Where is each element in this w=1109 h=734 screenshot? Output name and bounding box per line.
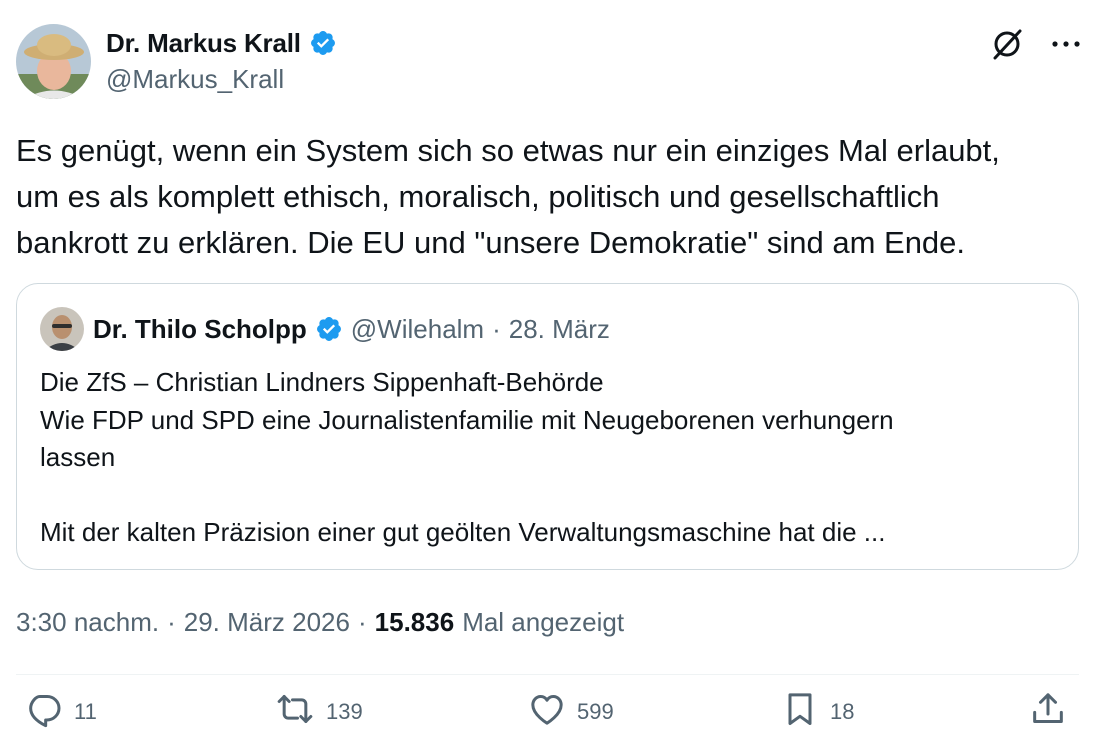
reply-button[interactable]: 11 bbox=[24, 690, 97, 734]
repost-count: 139 bbox=[326, 699, 363, 724]
views-label: Mal angezeigt bbox=[462, 606, 625, 637]
author-avatar[interactable] bbox=[16, 24, 91, 99]
quoted-author-name: Dr. Thilo Scholpp bbox=[93, 313, 307, 344]
more-icon[interactable] bbox=[1051, 39, 1081, 49]
tweet: Dr. Markus Krall @Markus_Krall Es genügt… bbox=[0, 0, 1109, 734]
header-actions bbox=[989, 26, 1081, 62]
author-handle[interactable]: @Markus_Krall bbox=[106, 64, 284, 95]
tweet-text: Es genügt, wenn ein System sich so etwas… bbox=[16, 133, 1000, 260]
tweet-time[interactable]: 3:30 nachm. bbox=[16, 607, 159, 638]
bookmark-button[interactable]: 18 bbox=[780, 690, 854, 734]
reply-icon bbox=[24, 689, 64, 734]
share-icon bbox=[1028, 689, 1068, 734]
reply-count: 11 bbox=[74, 699, 97, 724]
repost-icon bbox=[274, 689, 316, 734]
like-icon bbox=[527, 689, 567, 734]
tweet-date[interactable]: 29. März 2026 bbox=[184, 607, 350, 638]
verified-badge-icon bbox=[309, 29, 337, 57]
quoted-tweet[interactable]: Dr. Thilo Scholpp @Wilehalm · 28. März D… bbox=[16, 283, 1079, 570]
repost-button[interactable]: 139 bbox=[274, 690, 363, 734]
quoted-date: 28. März bbox=[508, 313, 610, 344]
verified-badge-icon bbox=[315, 315, 343, 343]
grok-icon[interactable] bbox=[989, 26, 1025, 62]
meta-separator: · bbox=[167, 606, 176, 637]
quoted-separator: · bbox=[492, 313, 501, 344]
meta-separator: · bbox=[357, 606, 367, 637]
author-name[interactable]: Dr. Markus Krall bbox=[106, 28, 301, 59]
tweet-meta: 3:30 nachm. · 29. März 2026 · 15.836 Mal… bbox=[16, 604, 624, 640]
quoted-text: Die ZfS – Christian Lindners Sippenhaft-… bbox=[40, 367, 894, 547]
quoted-author-avatar[interactable] bbox=[40, 307, 84, 351]
bookmark-icon bbox=[780, 689, 820, 734]
quoted-handle: @Wilehalm bbox=[350, 313, 485, 344]
divider bbox=[16, 674, 1079, 675]
quoted-header: Dr. Thilo Scholpp @Wilehalm · 28. März bbox=[93, 311, 610, 347]
like-button[interactable]: 599 bbox=[527, 690, 614, 734]
bookmark-count: 18 bbox=[830, 699, 855, 724]
share-button[interactable] bbox=[1028, 690, 1068, 734]
author-name-row: Dr. Markus Krall bbox=[106, 26, 337, 60]
views-count: 15.836 bbox=[374, 606, 455, 637]
action-bar: 11 139 599 18 bbox=[0, 690, 1109, 734]
like-count: 599 bbox=[577, 699, 614, 724]
